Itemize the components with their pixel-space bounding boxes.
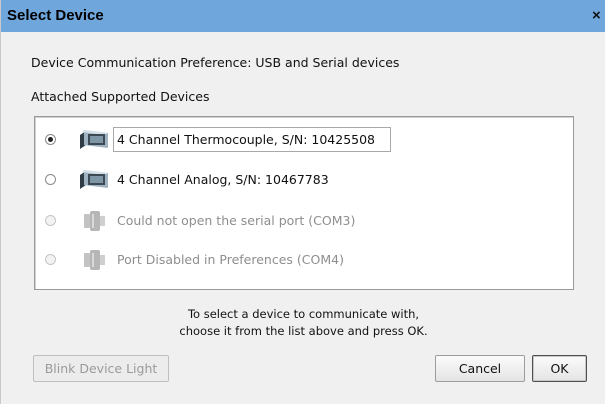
usb-device-icon xyxy=(80,170,108,189)
ok-button[interactable]: OK xyxy=(532,355,587,382)
usb-device-icon xyxy=(80,130,108,149)
device-label: Could not open the serial port (COM3) xyxy=(117,213,356,228)
close-icon[interactable]: × xyxy=(592,7,605,25)
communication-preference-label: Device Communication Preference: USB and… xyxy=(31,55,400,70)
instruction-line-2: choose it from the list above and press … xyxy=(179,324,428,338)
device-label: Port Disabled in Preferences (COM4) xyxy=(117,252,344,267)
device-radio-disabled xyxy=(45,215,56,226)
serial-port-icon xyxy=(84,250,105,270)
blink-device-light-button[interactable]: Blink Device Light xyxy=(33,355,169,382)
device-list-item: Port Disabled in Preferences (COM4) xyxy=(35,245,573,275)
device-list-item[interactable]: 4 Channel Thermocouple, S/N: 10425508 xyxy=(35,125,573,155)
device-radio-selected[interactable] xyxy=(45,134,56,145)
select-device-dialog: Select Device × Device Communication Pre… xyxy=(0,0,605,404)
device-list-item[interactable]: 4 Channel Analog, S/N: 10467783 xyxy=(35,165,573,195)
serial-port-icon xyxy=(84,211,105,231)
device-radio[interactable] xyxy=(45,174,56,185)
title-bar: Select Device × xyxy=(1,0,605,32)
attached-devices-label: Attached Supported Devices xyxy=(31,89,210,104)
cancel-button[interactable]: Cancel xyxy=(435,355,525,382)
instruction-line-1: To select a device to communicate with, xyxy=(187,307,420,321)
device-radio-disabled xyxy=(45,254,56,265)
device-label: 4 Channel Analog, S/N: 10467783 xyxy=(117,172,329,187)
device-label: 4 Channel Thermocouple, S/N: 10425508 xyxy=(117,132,376,147)
dialog-title: Select Device xyxy=(7,7,104,24)
device-list-item: Could not open the serial port (COM3) xyxy=(35,206,573,236)
device-list[interactable]: 4 Channel Thermocouple, S/N: 10425508 4 … xyxy=(34,116,574,290)
